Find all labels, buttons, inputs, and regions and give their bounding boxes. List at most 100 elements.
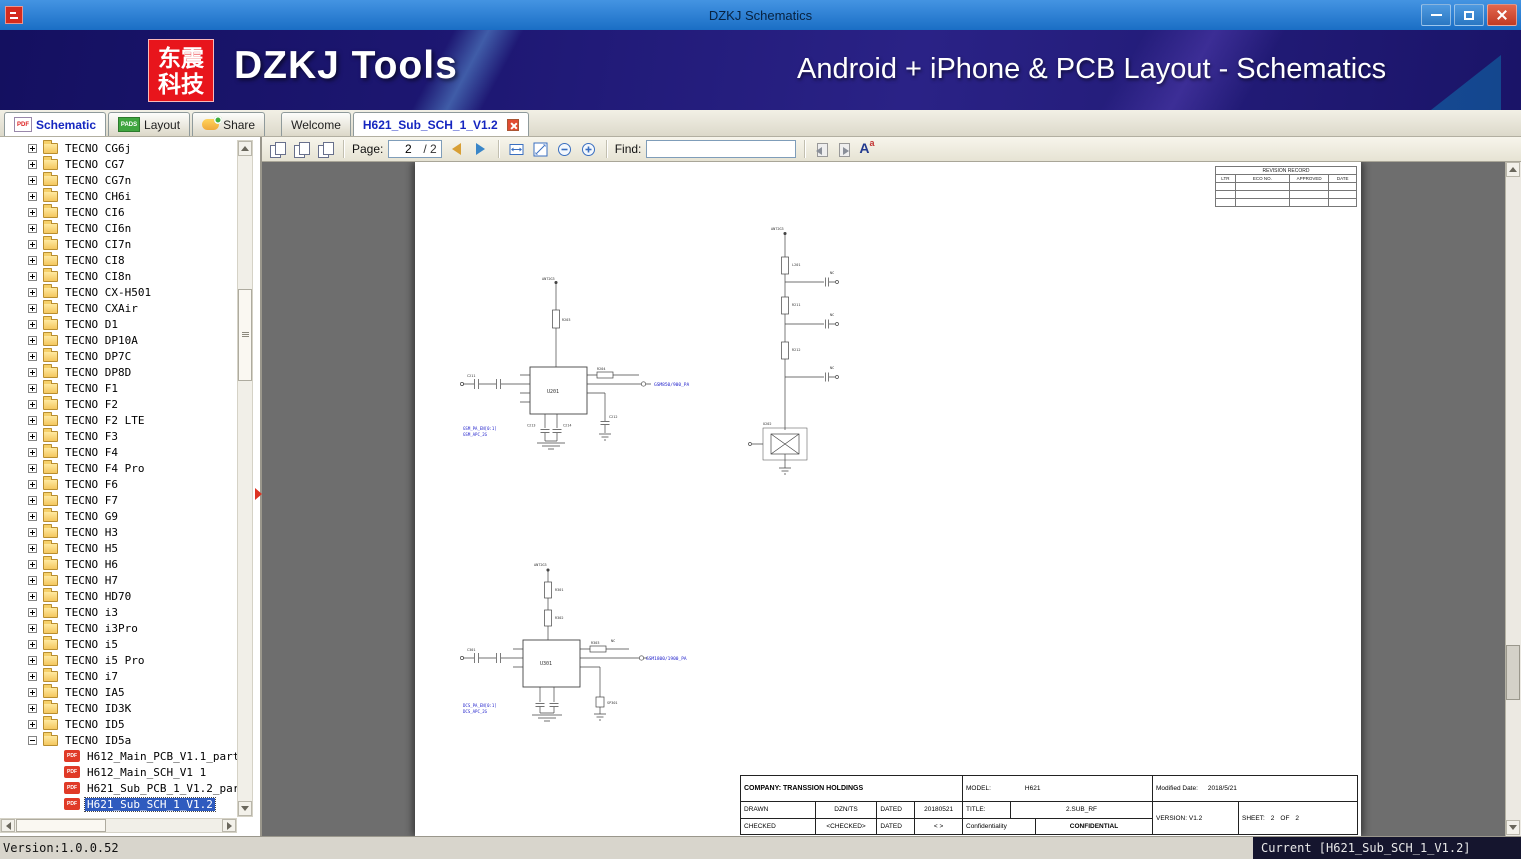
tree-folder-row[interactable]: TECNO CG6j: [0, 140, 237, 156]
content-scroll-down-button[interactable]: [1506, 820, 1520, 835]
expand-icon[interactable]: [28, 287, 37, 297]
page-number-input[interactable]: [393, 142, 424, 156]
tree-folder-row[interactable]: TECNO F7: [0, 491, 237, 508]
tab-layout[interactable]: PADS Layout: [108, 112, 191, 136]
expand-icon[interactable]: [28, 367, 37, 377]
fit-page-icon[interactable]: [531, 140, 550, 159]
content-scroll-up-button[interactable]: [1506, 162, 1520, 177]
expand-icon[interactable]: [28, 527, 37, 537]
tree-folder-row[interactable]: TECNO H5: [0, 539, 237, 556]
expand-icon[interactable]: [28, 159, 37, 169]
expand-icon[interactable]: [28, 351, 37, 361]
single-page-view-icon[interactable]: [268, 140, 287, 159]
book-view-icon[interactable]: [316, 140, 335, 159]
expand-icon[interactable]: [28, 543, 37, 553]
expand-icon[interactable]: [28, 719, 37, 729]
expand-icon[interactable]: [28, 559, 37, 569]
tree-folder-row[interactable]: TECNO F2 LTE: [0, 411, 237, 428]
tree-folder-row[interactable]: TECNO ID5: [0, 715, 237, 732]
expand-icon[interactable]: [28, 447, 37, 457]
next-page-button[interactable]: [471, 140, 490, 159]
expand-icon[interactable]: [28, 175, 37, 185]
expand-icon[interactable]: [28, 671, 37, 681]
tree-folder-row[interactable]: TECNO H7: [0, 571, 237, 588]
tree-folder-row[interactable]: TECNO HD70: [0, 587, 237, 604]
tree-folder-row[interactable]: TECNO DP8D: [0, 363, 237, 380]
expand-icon[interactable]: [28, 143, 37, 153]
facing-pages-view-icon[interactable]: [292, 140, 311, 159]
tree-folder-row[interactable]: TECNO G9: [0, 507, 237, 524]
tree-folder-row[interactable]: TECNO CX-H501: [0, 283, 237, 300]
sidebar-scroll-right-button[interactable]: [222, 819, 236, 832]
tree-folder-row[interactable]: TECNO F3: [0, 427, 237, 444]
expand-icon[interactable]: [28, 319, 37, 329]
tree-folder-row[interactable]: TECNO i3: [0, 603, 237, 620]
expand-icon[interactable]: [28, 399, 37, 409]
tree-folder-row[interactable]: TECNO CI6n: [0, 219, 237, 236]
tree-folder-row[interactable]: TECNO F4: [0, 443, 237, 460]
sidebar-scroll-left-button[interactable]: [1, 819, 15, 832]
expand-icon[interactable]: [28, 303, 37, 313]
sidebar-horizontal-scrollbar[interactable]: [0, 818, 237, 833]
tree-folder-row[interactable]: TECNO CH6i: [0, 187, 237, 204]
doc-tab-welcome[interactable]: Welcome: [281, 112, 351, 136]
tree-folder-row[interactable]: TECNO IA5: [0, 683, 237, 700]
tree-folder-row[interactable]: TECNO i3Pro: [0, 619, 237, 636]
expand-icon[interactable]: [28, 575, 37, 585]
tree-folder-row[interactable]: TECNO CI7n: [0, 235, 237, 252]
tree-folder-row[interactable]: TECNO CXAir: [0, 299, 237, 316]
find-next-icon[interactable]: [835, 141, 852, 158]
doc-tab-h621-sub-sch[interactable]: H621_Sub_SCH_1_V1.2: [352, 112, 529, 136]
tree-folder-row[interactable]: TECNO i5: [0, 635, 237, 652]
zoom-out-icon[interactable]: [555, 140, 574, 159]
expand-icon[interactable]: [28, 383, 37, 393]
zoom-in-icon[interactable]: [579, 140, 598, 159]
find-previous-icon[interactable]: [813, 141, 830, 158]
tree-folder-row[interactable]: TECNO F4 Pro: [0, 459, 237, 476]
expand-icon[interactable]: [28, 239, 37, 249]
content-vscroll-thumb[interactable]: [1506, 645, 1520, 700]
sidebar-collapse-arrow[interactable]: [255, 488, 262, 500]
expand-icon[interactable]: [28, 463, 37, 473]
close-button[interactable]: [1487, 4, 1517, 26]
tree-folder-row[interactable]: TECNO F6: [0, 475, 237, 492]
collapse-icon[interactable]: [28, 735, 37, 745]
expand-icon[interactable]: [28, 495, 37, 505]
tree-folder-row[interactable]: TECNO D1: [0, 315, 237, 332]
tree-folder-row[interactable]: TECNO i5 Pro: [0, 651, 237, 668]
expand-icon[interactable]: [28, 655, 37, 665]
font-size-icon[interactable]: Aa: [857, 138, 876, 159]
minimize-button[interactable]: [1421, 4, 1451, 26]
tree-file-row[interactable]: PDF H621_Sub_PCB_1_V1.2_part: [0, 780, 237, 796]
tree-folder-row[interactable]: TECNO F1: [0, 379, 237, 396]
previous-page-button[interactable]: [447, 140, 466, 159]
sidebar-vertical-scrollbar[interactable]: [237, 140, 253, 817]
fit-width-icon[interactable]: [507, 140, 526, 159]
tree-folder-row[interactable]: TECNO DP10A: [0, 331, 237, 348]
maximize-button[interactable]: [1454, 4, 1484, 26]
expand-icon[interactable]: [28, 511, 37, 521]
tree-folder-row[interactable]: TECNO H3: [0, 523, 237, 540]
expand-icon[interactable]: [28, 639, 37, 649]
expand-icon[interactable]: [28, 255, 37, 265]
tree-folder-row[interactable]: TECNO i7: [0, 667, 237, 684]
tree-folder-row[interactable]: TECNO CI8: [0, 251, 237, 268]
tab-close-icon[interactable]: [506, 118, 519, 131]
expand-icon[interactable]: [28, 703, 37, 713]
tree-folder-row[interactable]: TECNO ID5a: [0, 731, 237, 748]
expand-icon[interactable]: [28, 415, 37, 425]
tree-folder-row[interactable]: TECNO F2: [0, 395, 237, 412]
sidebar-scroll-down-button[interactable]: [238, 801, 252, 816]
tree-folder-row[interactable]: TECNO CI8n: [0, 267, 237, 284]
sidebar-vscroll-thumb[interactable]: [238, 289, 252, 381]
tab-share[interactable]: Share: [192, 112, 266, 136]
expand-icon[interactable]: [28, 479, 37, 489]
pdf-viewport[interactable]: ANT2G3 R203 C211 C212 R204 C213 C214 U20…: [262, 162, 1521, 836]
expand-icon[interactable]: [28, 431, 37, 441]
expand-icon[interactable]: [28, 607, 37, 617]
sidebar-hscroll-thumb[interactable]: [16, 819, 106, 832]
find-input[interactable]: [646, 140, 797, 158]
content-vertical-scrollbar[interactable]: [1505, 162, 1521, 836]
tree-folder-row[interactable]: TECNO CG7n: [0, 171, 237, 188]
expand-icon[interactable]: [28, 207, 37, 217]
